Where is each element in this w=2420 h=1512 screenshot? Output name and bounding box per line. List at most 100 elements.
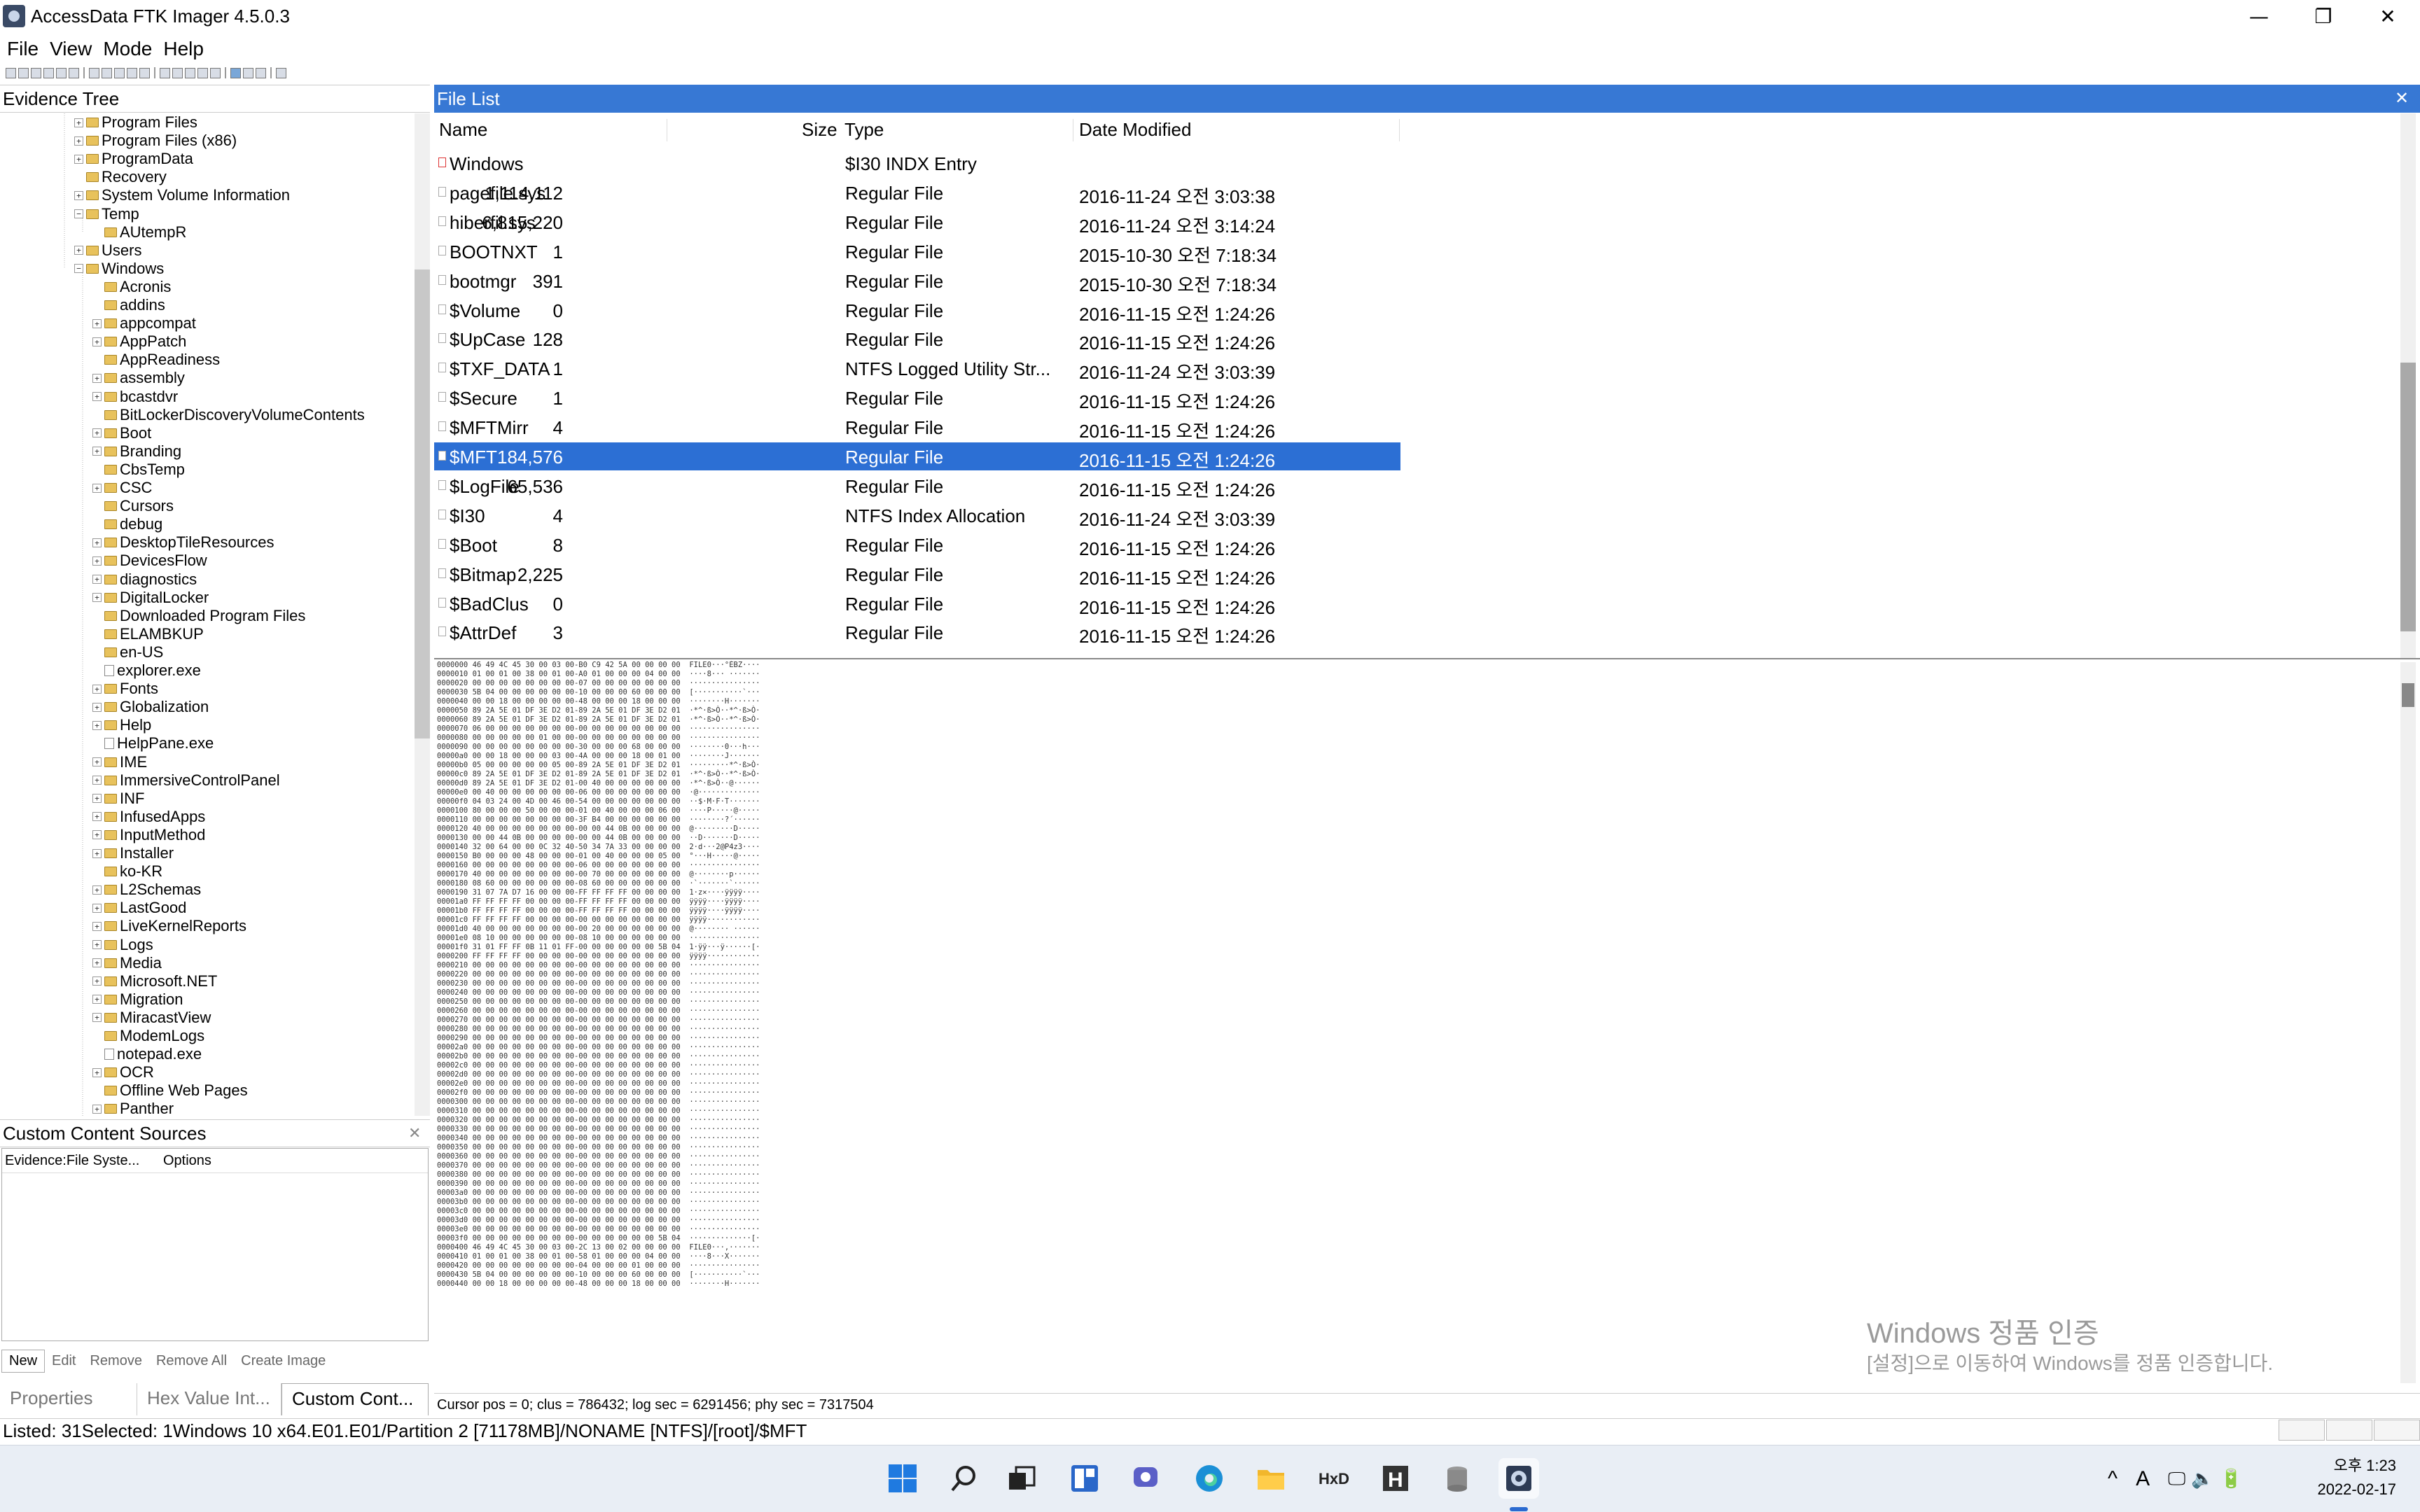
expand-icon[interactable]: + [92, 575, 102, 584]
tree-scrollbar-thumb[interactable] [415, 270, 430, 738]
database-icon[interactable] [1437, 1458, 1477, 1499]
expand-icon[interactable]: + [92, 995, 102, 1004]
collapse-icon[interactable]: − [74, 264, 83, 274]
expand-icon[interactable]: + [92, 318, 102, 328]
tree-item[interactable]: ko-KR [92, 862, 162, 881]
expand-icon[interactable]: + [92, 921, 102, 931]
tree-item[interactable]: AppReadiness [92, 351, 220, 369]
expand-icon[interactable]: + [92, 556, 102, 566]
expand-icon[interactable]: + [92, 702, 102, 712]
tree-item[interactable]: + ImmersiveControlPanel [92, 771, 280, 790]
tree-item[interactable]: + InfusedApps [92, 808, 205, 826]
tree-item[interactable]: + DigitalLocker [92, 589, 209, 607]
close-icon[interactable]: ✕ [2395, 88, 2409, 108]
remove-evidence-icon[interactable] [43, 67, 54, 78]
expand-icon[interactable]: + [92, 940, 102, 949]
file-list-row[interactable]: $BadClus 0 Regular File 2016-11-15 오전 1:24:… [434, 589, 1400, 618]
tree-item[interactable]: ModemLogs [92, 1027, 204, 1045]
create-custom-image-icon[interactable] [127, 67, 137, 78]
tree-item[interactable]: addins [92, 296, 165, 314]
tree-item[interactable]: + LiveKernelReports [92, 917, 246, 935]
create-image-icon[interactable] [69, 67, 79, 78]
tree-item[interactable]: Offline Web Pages [92, 1082, 248, 1100]
maximize-button[interactable]: ❐ [2291, 0, 2356, 32]
expand-icon[interactable]: + [92, 1104, 102, 1114]
tree-item[interactable]: + Program Files [74, 113, 197, 132]
tree-item[interactable]: + System Volume Information [74, 186, 290, 204]
evidence-tree[interactable]: + Program Files + Program Files (x86) + Progr… [0, 113, 415, 1116]
menu-mode[interactable]: Mode [96, 38, 156, 60]
custom-content-table[interactable]: Evidence:File Syste... Options [1, 1148, 429, 1341]
tree-item[interactable]: + Fonts [92, 680, 158, 698]
remove-all-icon[interactable] [56, 67, 67, 78]
edge-icon[interactable] [1189, 1458, 1230, 1499]
tree-item[interactable]: + OCR [92, 1063, 154, 1082]
expand-icon[interactable]: + [74, 118, 83, 127]
search-icon[interactable] [944, 1458, 985, 1499]
expand-icon[interactable]: + [92, 720, 102, 730]
file-list-row[interactable]: $Volume 0 Regular File 2016-11-15 오전 1:24:2… [434, 296, 1400, 325]
expand-icon[interactable]: + [92, 812, 102, 822]
tree-item[interactable]: BitLockerDiscoveryVolumeContents [92, 406, 365, 424]
hex-mode-icon[interactable] [256, 67, 266, 78]
tab-properties[interactable]: Properties [0, 1383, 137, 1415]
expand-icon[interactable]: + [92, 483, 102, 493]
file-list-row[interactable]: $Bitmap 2,225 Regular File 2016-11-15 오전 1:… [434, 560, 1400, 589]
tree-item[interactable]: + AppPatch [92, 332, 186, 351]
export-hash-list-icon[interactable] [172, 67, 183, 78]
ftk-imager-icon[interactable] [1498, 1458, 1539, 1499]
pane-splitter[interactable] [434, 658, 2420, 659]
expand-icon[interactable]: + [92, 428, 102, 438]
file-list-row[interactable]: Windows $I30 INDX Entry [434, 149, 1400, 177]
column-header-type[interactable]: Type [844, 119, 884, 141]
tree-item[interactable]: + DevicesFlow [92, 552, 207, 570]
create-image-button[interactable]: Create Image [234, 1350, 333, 1372]
tree-item[interactable]: + MiracastView [92, 1009, 211, 1027]
menu-help[interactable]: Help [156, 38, 208, 60]
edit-button[interactable]: Edit [45, 1350, 83, 1372]
expand-icon[interactable]: + [92, 885, 102, 895]
hex-scrollbar-thumb[interactable] [2402, 683, 2414, 707]
tab-custom-content[interactable]: Custom Cont... [281, 1383, 429, 1415]
column-header-evidence[interactable]: Evidence:File Syste... [5, 1153, 139, 1169]
expand-icon[interactable]: + [92, 776, 102, 785]
file-list-scrollbar-thumb[interactable] [2400, 363, 2416, 631]
collapse-icon[interactable]: − [74, 209, 83, 218]
file-list-row[interactable]: BOOTNXT 1 Regular File 2015-10-30 오전 7:18:3… [434, 237, 1400, 266]
tree-item[interactable]: + diagnostics [92, 570, 197, 589]
image-mounting-icon[interactable] [31, 67, 41, 78]
help-icon[interactable] [276, 67, 286, 78]
new-button[interactable]: New [1, 1349, 46, 1373]
column-header-options[interactable]: Options [163, 1153, 211, 1169]
tree-item[interactable]: + IME [92, 753, 147, 771]
expand-icon[interactable]: + [92, 757, 102, 766]
tree-item[interactable]: HelpPane.exe [92, 734, 214, 752]
tree-item[interactable]: + ProgramData [74, 150, 193, 168]
expand-icon[interactable]: + [74, 246, 83, 255]
menu-file[interactable]: File [0, 38, 43, 60]
taskbar-clock[interactable]: 오후 1:23 2022-02-17 [2317, 1454, 2396, 1502]
close-icon[interactable]: ✕ [408, 1124, 421, 1142]
tree-item[interactable]: + Panther [92, 1100, 174, 1116]
expand-icon[interactable]: + [74, 154, 83, 164]
tree-item[interactable]: Acronis [92, 278, 171, 296]
tree-item[interactable]: Downloaded Program Files [92, 607, 305, 625]
expand-icon[interactable]: + [92, 976, 102, 986]
expand-icon[interactable]: + [92, 593, 102, 603]
expand-icon[interactable]: + [92, 903, 102, 913]
windows-start-icon[interactable] [882, 1458, 923, 1499]
expand-icon[interactable]: + [92, 1068, 102, 1077]
file-list-row[interactable]: $Boot 8 Regular File 2016-11-15 오전 1:24:26 [434, 531, 1400, 559]
close-button[interactable]: ✕ [2356, 0, 2420, 32]
expand-icon[interactable]: + [74, 136, 83, 146]
tree-item[interactable]: + LastGood [92, 899, 186, 917]
tree-item[interactable]: Recovery [74, 168, 167, 186]
tree-item[interactable]: + Globalization [92, 698, 209, 716]
tree-item[interactable]: + Microsoft.NET [92, 972, 217, 990]
expand-icon[interactable]: + [92, 373, 102, 383]
column-header-date-modified[interactable]: Date Modified [1079, 119, 1191, 141]
column-divider[interactable] [1399, 119, 1400, 141]
hex-viewer[interactable]: 0000000 46 49 4C 45 30 00 03 00-B0 C9 42… [437, 661, 801, 1382]
tree-item[interactable]: en-US [92, 643, 163, 662]
file-list-row[interactable]: $MFTMirr 4 Regular File 2016-11-15 오전 1:24:… [434, 413, 1400, 442]
